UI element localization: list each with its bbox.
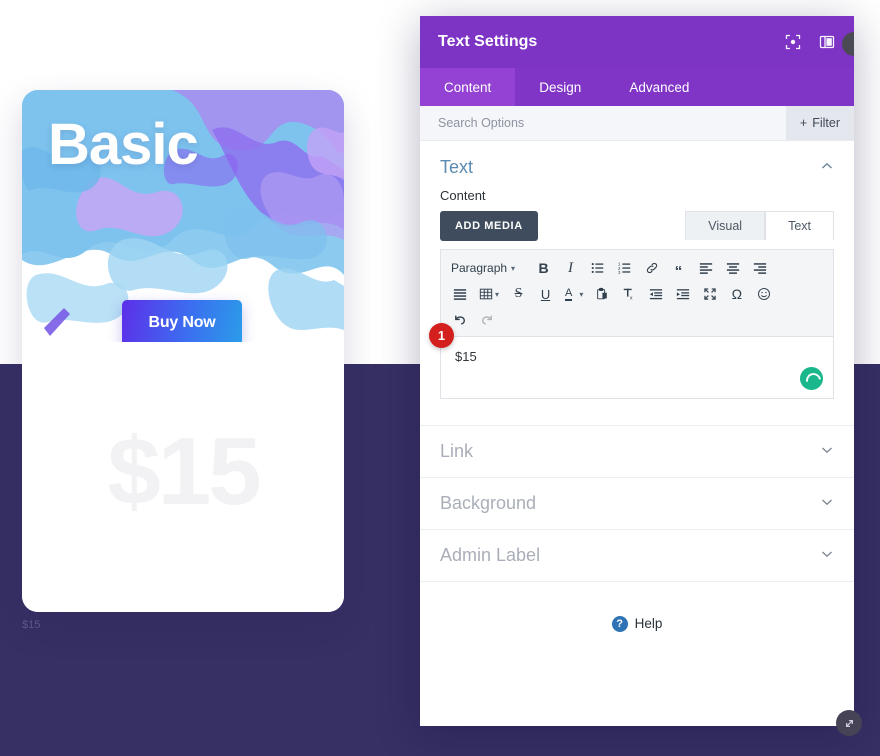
- format-select[interactable]: Paragraph ▾: [447, 261, 529, 275]
- indent-icon[interactable]: [670, 282, 695, 307]
- editor-toolbar: Paragraph ▾ B I 1 2 3 “ ▾ S U A ▾ x Ω: [440, 249, 834, 337]
- align-left-icon[interactable]: [693, 256, 718, 281]
- add-media-button[interactable]: ADD MEDIA: [440, 211, 538, 241]
- pricing-plan-title: Basic: [48, 112, 199, 177]
- bold-icon[interactable]: B: [531, 256, 556, 281]
- toolbar-row-2: ▾ S U A ▾ x Ω: [447, 281, 827, 307]
- saving-spinner-icon: [800, 367, 823, 390]
- tab-text[interactable]: Text: [765, 211, 834, 240]
- chevron-down-icon: ▾: [511, 263, 516, 273]
- strikethrough-icon[interactable]: S: [506, 282, 531, 307]
- outdent-icon[interactable]: [643, 282, 668, 307]
- modal-header: Text Settings: [420, 16, 854, 68]
- link-icon[interactable]: [639, 256, 664, 281]
- accordion-link-label: Link: [440, 441, 474, 461]
- accordion-background[interactable]: Background: [420, 477, 854, 529]
- layout-columns-icon[interactable]: [819, 34, 836, 51]
- modal-resize-handle[interactable]: [836, 710, 862, 736]
- tab-design[interactable]: Design: [515, 68, 605, 106]
- paste-as-text-icon[interactable]: [589, 282, 614, 307]
- content-editor: ADD MEDIA Visual Text Paragraph ▾ B I 1 …: [420, 211, 854, 399]
- text-settings-modal: Text Settings Content Design Advanced Se…: [420, 16, 854, 726]
- accordion-link[interactable]: Link: [420, 425, 854, 477]
- step-badge-1: 1: [429, 323, 454, 348]
- focus-icon[interactable]: [785, 34, 802, 51]
- filter-button-label: Filter: [812, 116, 840, 130]
- modal-drag-handle[interactable]: [842, 32, 854, 56]
- content-field-label: Content: [440, 188, 486, 203]
- bulleted-list-icon[interactable]: [585, 256, 610, 281]
- underline-icon[interactable]: U: [533, 282, 558, 307]
- accordion-admin-label[interactable]: Admin Label: [420, 529, 854, 581]
- align-center-icon[interactable]: [720, 256, 745, 281]
- help-icon: ?: [611, 615, 628, 632]
- fullscreen-icon[interactable]: [697, 282, 722, 307]
- toolbar-row-1: Paragraph ▾ B I 1 2 3 “: [447, 255, 827, 281]
- help-row[interactable]: ? Help: [420, 581, 854, 641]
- modal-header-icons: [785, 34, 836, 51]
- accordion-admin-label-label: Admin Label: [440, 545, 541, 565]
- format-select-value: Paragraph: [451, 261, 508, 275]
- align-right-icon[interactable]: [747, 256, 772, 281]
- help-label: Help: [634, 616, 663, 631]
- editor-text-value: $15: [455, 349, 477, 364]
- svg-text:3: 3: [618, 270, 621, 275]
- pricing-card-price: $15: [107, 418, 261, 525]
- pricing-card-body: $15: [22, 342, 344, 612]
- text-color-caret-icon[interactable]: ▾: [579, 290, 583, 299]
- text-section-title: Text: [440, 157, 474, 177]
- modal-body: Text Content ADD MEDIA Visual Text Parag…: [420, 141, 854, 726]
- redo-icon[interactable]: [474, 308, 499, 333]
- tab-content[interactable]: Content: [420, 68, 516, 106]
- tab-advanced[interactable]: Advanced: [605, 68, 713, 106]
- italic-icon[interactable]: I: [558, 256, 583, 281]
- align-justify-icon[interactable]: [447, 282, 472, 307]
- table-icon[interactable]: ▾: [474, 282, 504, 307]
- svg-text:x: x: [630, 295, 633, 301]
- chevron-down-icon[interactable]: [820, 443, 834, 460]
- clear-formatting-icon[interactable]: x: [616, 282, 641, 307]
- chevron-up-icon[interactable]: [820, 159, 834, 176]
- accordion-background-label: Background: [440, 493, 537, 513]
- pricing-card-header: Basic Buy Now: [22, 90, 344, 342]
- chevron-down-icon[interactable]: [820, 495, 834, 512]
- tab-visual[interactable]: Visual: [685, 211, 766, 240]
- filter-button[interactable]: + Filter: [785, 106, 854, 140]
- text-section-header[interactable]: Text: [420, 141, 854, 188]
- buy-now-button[interactable]: Buy Now: [122, 300, 242, 342]
- screen-root: Basic Buy Now $15 $15 Text Settings Cont…: [0, 0, 880, 756]
- special-character-icon[interactable]: Ω: [724, 282, 749, 307]
- search-options-row: + Filter: [420, 106, 854, 141]
- emoji-icon[interactable]: [751, 282, 776, 307]
- plus-icon: +: [799, 116, 808, 130]
- toolbar-row-3: [447, 307, 827, 333]
- modal-tabs: Content Design Advanced: [420, 68, 854, 106]
- text-color-icon[interactable]: A: [560, 282, 577, 307]
- chevron-down-icon[interactable]: [820, 547, 834, 564]
- modal-title: Text Settings: [438, 33, 538, 50]
- search-options-input[interactable]: [438, 116, 786, 130]
- text-editor-body[interactable]: 1 $15: [429, 323, 834, 399]
- blockquote-icon[interactable]: “: [666, 256, 691, 281]
- numbered-list-icon[interactable]: 1 2 3: [612, 256, 637, 281]
- price-caption-below-card: $15: [22, 619, 41, 631]
- editor-mode-tabs: Visual Text: [685, 211, 834, 240]
- pricing-card[interactable]: Basic Buy Now $15: [22, 90, 344, 612]
